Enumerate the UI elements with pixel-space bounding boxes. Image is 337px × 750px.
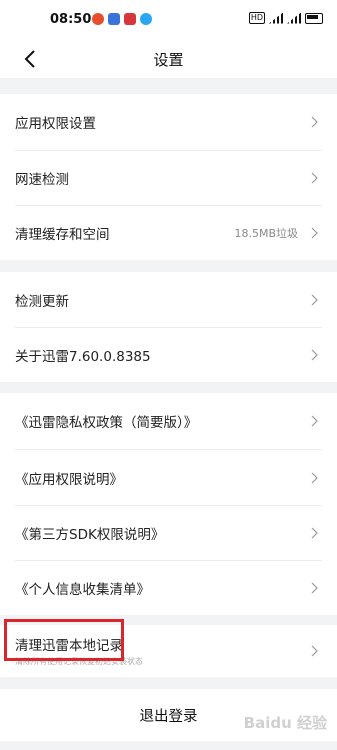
list-item-speed-test[interactable]: 网速检测	[15, 151, 322, 205]
status-time: 08:50	[50, 12, 92, 27]
chevron-right-icon	[309, 414, 319, 428]
signal-icon	[269, 12, 283, 24]
list-item-label: 《第三方SDK权限说明》	[15, 527, 165, 543]
list-item-label: 《个人信息收集清单》	[15, 582, 150, 598]
list-item-label: 网速检测	[15, 172, 69, 188]
orange-app-icon	[92, 13, 104, 25]
list-item-label: 应用权限设置	[15, 116, 96, 132]
list-item-label: 检测更新	[15, 293, 69, 310]
watermark: Baidu 经验	[243, 714, 327, 732]
qq-app-icon	[140, 13, 152, 25]
logout-button[interactable]: 退出登录 Baidu 经验	[0, 689, 337, 741]
chevron-right-icon	[309, 644, 319, 658]
list-item-about[interactable]: 关于迅雷7.60.0.8385	[15, 328, 322, 382]
settings-group-policies: 《迅雷隐私权政策（简要版）》 《应用权限说明》 《第三方SDK权限说明》 《个人…	[0, 393, 337, 615]
chevron-right-icon	[309, 293, 319, 307]
highlight-annotation	[4, 619, 124, 661]
list-item-third-party-sdk[interactable]: 《第三方SDK权限说明》	[15, 506, 322, 560]
list-item-label: 关于迅雷7.60.0.8385	[15, 349, 151, 365]
battery-icon	[305, 12, 323, 24]
chevron-right-icon	[309, 471, 319, 485]
hd-icon: HD	[248, 12, 265, 24]
list-item-label: 《应用权限说明》	[15, 471, 123, 488]
list-item-permission-explanation[interactable]: 《应用权限说明》	[15, 450, 322, 505]
settings-group-about: 检测更新 关于迅雷7.60.0.8385	[0, 272, 337, 382]
settings-group-general: 应用权限设置 网速检测 清理缓存和空间 18.5MB垃圾	[0, 94, 337, 260]
list-item-personal-info[interactable]: 《个人信息收集清单》	[15, 561, 322, 615]
chevron-right-icon	[309, 171, 319, 185]
chevron-right-icon	[309, 348, 319, 362]
header: 设置	[0, 40, 337, 78]
red-app-icon	[124, 13, 136, 25]
list-item-app-permissions[interactable]: 应用权限设置	[15, 94, 322, 150]
list-item-privacy-policy[interactable]: 《迅雷隐私权政策（简要版）》	[15, 393, 322, 449]
translate-app-icon	[108, 13, 120, 25]
list-item-check-update[interactable]: 检测更新	[15, 272, 322, 327]
list-item-label: 《迅雷隐私权政策（简要版）》	[15, 415, 198, 431]
list-item-clear-cache[interactable]: 清理缓存和空间 18.5MB垃圾	[15, 206, 322, 260]
list-item-label: 清理缓存和空间	[15, 227, 110, 243]
chevron-right-icon	[309, 115, 319, 129]
signal-icon-2	[287, 12, 301, 24]
status-bar: 08:50 HD	[0, 0, 337, 40]
chevron-right-icon	[309, 526, 319, 540]
chevron-right-icon	[309, 226, 319, 240]
page-title: 设置	[153, 51, 184, 69]
chevron-right-icon	[309, 581, 319, 595]
cache-size-value: 18.5MB垃圾	[234, 227, 298, 240]
status-indicators: HD	[248, 12, 323, 24]
